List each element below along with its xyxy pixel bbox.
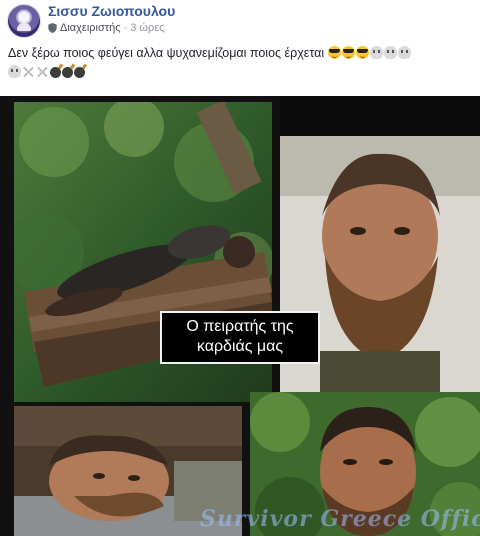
sunglasses-emoji-icon <box>327 46 341 59</box>
image-watermark: Survivor Greece Official Fans <box>200 506 480 532</box>
admin-shield-icon <box>48 23 57 33</box>
post-header: Σισσυ Ζωιοπουλου Διαχειριστής · 3 ώρες <box>0 0 480 40</box>
post-timestamp[interactable]: 3 ώρες <box>130 22 164 34</box>
skull-emoji-icon <box>8 65 21 78</box>
post-meta: Διαχειριστής · 3 ώρες <box>48 22 164 34</box>
bomb-emoji-icon <box>74 67 85 78</box>
post-message: Δεν ξέρω ποιος φεύγει αλλα ψυχανεμίζομαι… <box>8 46 325 60</box>
crossbones-emoji-icon <box>36 65 49 78</box>
sunglasses-emoji-icon <box>341 46 355 59</box>
facebook-post: Σισσυ Ζωιοπουλου Διαχειριστής · 3 ώρες Δ… <box>0 0 480 536</box>
caption-line-1: Ο πειρατής της <box>186 318 294 335</box>
bomb-emoji-icon <box>50 67 61 78</box>
author-avatar[interactable] <box>7 4 41 38</box>
crossbones-emoji-icon <box>22 65 35 78</box>
bomb-emoji-icon <box>62 67 73 78</box>
post-image-collage[interactable]: Ο πειρατής της καρδιάς μας Survivor Gree… <box>0 96 480 536</box>
skull-emoji-icon <box>383 46 397 59</box>
image-caption: Ο πειρατής της καρδιάς μας <box>160 311 320 364</box>
post-text: Δεν ξέρω ποιος φεύγει αλλα ψυχανεμίζομαι… <box>8 44 474 82</box>
sunglasses-emoji-icon <box>355 46 369 59</box>
caption-line-2: καρδιάς μας <box>196 338 284 355</box>
member-role[interactable]: Διαχειριστής <box>60 22 121 34</box>
meta-separator: · <box>123 22 128 34</box>
skull-emoji-icon <box>397 46 411 59</box>
author-name[interactable]: Σισσυ Ζωιοπουλου <box>48 3 175 19</box>
skull-emoji-icon <box>369 46 383 59</box>
